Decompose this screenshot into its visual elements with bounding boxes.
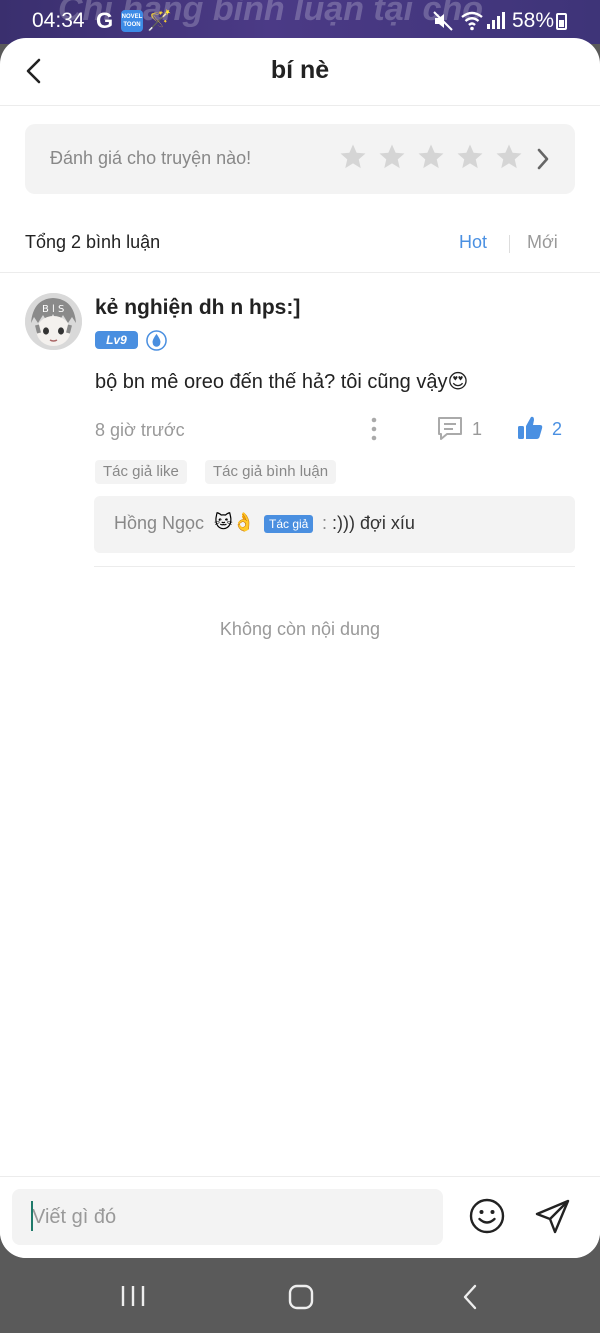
author-commented-tag: Tác giả bình luận bbox=[205, 460, 337, 484]
comment-input[interactable] bbox=[12, 1189, 443, 1245]
star-icon[interactable] bbox=[338, 142, 368, 172]
reply-author: Hồng Ngọc bbox=[114, 513, 205, 533]
reply-button[interactable]: 1 bbox=[436, 415, 486, 443]
battery-icon bbox=[556, 13, 567, 30]
comment-item: B l S kẻ nghiện dh n hps:] Lv9 bộ bn mê … bbox=[0, 274, 600, 568]
sort-new-tab[interactable]: Mới bbox=[527, 232, 558, 253]
comments-total: Tổng 2 bình luận bbox=[25, 232, 161, 252]
sort-divider bbox=[509, 235, 510, 253]
star-icon[interactable] bbox=[416, 142, 446, 172]
like-count: 2 bbox=[552, 419, 563, 439]
reply-text: : :))) đợi xíu bbox=[322, 513, 415, 533]
header: bí nè bbox=[0, 38, 600, 106]
send-button[interactable] bbox=[534, 1197, 572, 1235]
signal-icon bbox=[487, 12, 505, 29]
system-nav-bar bbox=[0, 1258, 600, 1333]
author-liked-tag: Tác giả like bbox=[95, 460, 187, 484]
divider bbox=[94, 566, 575, 567]
text-caret bbox=[31, 1201, 33, 1231]
recent-apps-button[interactable] bbox=[120, 1284, 146, 1308]
status-time: 04:34 bbox=[32, 9, 85, 32]
rating-stars[interactable] bbox=[338, 142, 524, 172]
thumbs-up-icon bbox=[518, 416, 543, 439]
system-back-button[interactable] bbox=[461, 1283, 479, 1311]
reply-preview[interactable]: Hồng Ngọc 🐱👌 Tác giả : :))) đợi xíu bbox=[94, 496, 575, 553]
reply-count: 1 bbox=[472, 419, 483, 439]
divider bbox=[0, 272, 600, 273]
more-options-button[interactable] bbox=[363, 416, 385, 442]
magic-wand-icon: 🪄 bbox=[147, 10, 172, 32]
emoji-button[interactable] bbox=[468, 1197, 506, 1235]
sort-hot-tab[interactable]: Hot bbox=[459, 232, 487, 253]
page-title: bí nè bbox=[270, 56, 330, 84]
reply-author-emoji: 🐱👌 bbox=[214, 512, 256, 532]
avatar[interactable]: B l S bbox=[25, 293, 82, 350]
end-of-list-text: Không còn nội dung bbox=[219, 619, 381, 639]
star-icon[interactable] bbox=[494, 142, 524, 172]
water-drop-badge-icon bbox=[146, 330, 167, 351]
rating-prompt[interactable]: Đánh giá cho truyện nào! bbox=[25, 124, 575, 194]
comments-screen: bí nè Đánh giá cho truyện nào! Tổng 2 bì… bbox=[0, 38, 600, 1258]
rating-prompt-text: Đánh giá cho truyện nào! bbox=[50, 148, 252, 168]
star-icon[interactable] bbox=[455, 142, 485, 172]
chat-bubble-icon bbox=[438, 417, 462, 440]
home-button[interactable] bbox=[288, 1284, 314, 1310]
comment-text: bộ bn mê oreo đến thế hả? tôi cũng vậy😍 bbox=[95, 371, 469, 393]
wifi-icon bbox=[461, 11, 483, 31]
chevron-right-icon bbox=[537, 148, 549, 170]
comments-header: Tổng 2 bình luận Hot Mới bbox=[25, 232, 575, 262]
comment-username[interactable]: kẻ nghiện dh n hps:] bbox=[95, 296, 300, 320]
like-button[interactable]: 2 bbox=[516, 414, 568, 444]
author-badge: Tác giả bbox=[264, 515, 314, 533]
mute-icon bbox=[433, 11, 453, 31]
comment-timestamp: 8 giờ trước bbox=[95, 420, 185, 440]
reply-text-content: :))) đợi xíu bbox=[332, 513, 415, 533]
google-icon: G bbox=[96, 8, 114, 33]
novel-app-icon: NOVEL TOON bbox=[121, 10, 143, 32]
svg-text:B l S: B l S bbox=[42, 304, 64, 315]
star-icon[interactable] bbox=[377, 142, 407, 172]
comment-input-bar bbox=[0, 1176, 600, 1258]
battery-percent: 58% bbox=[512, 9, 555, 32]
level-badge: Lv9 bbox=[95, 331, 138, 349]
